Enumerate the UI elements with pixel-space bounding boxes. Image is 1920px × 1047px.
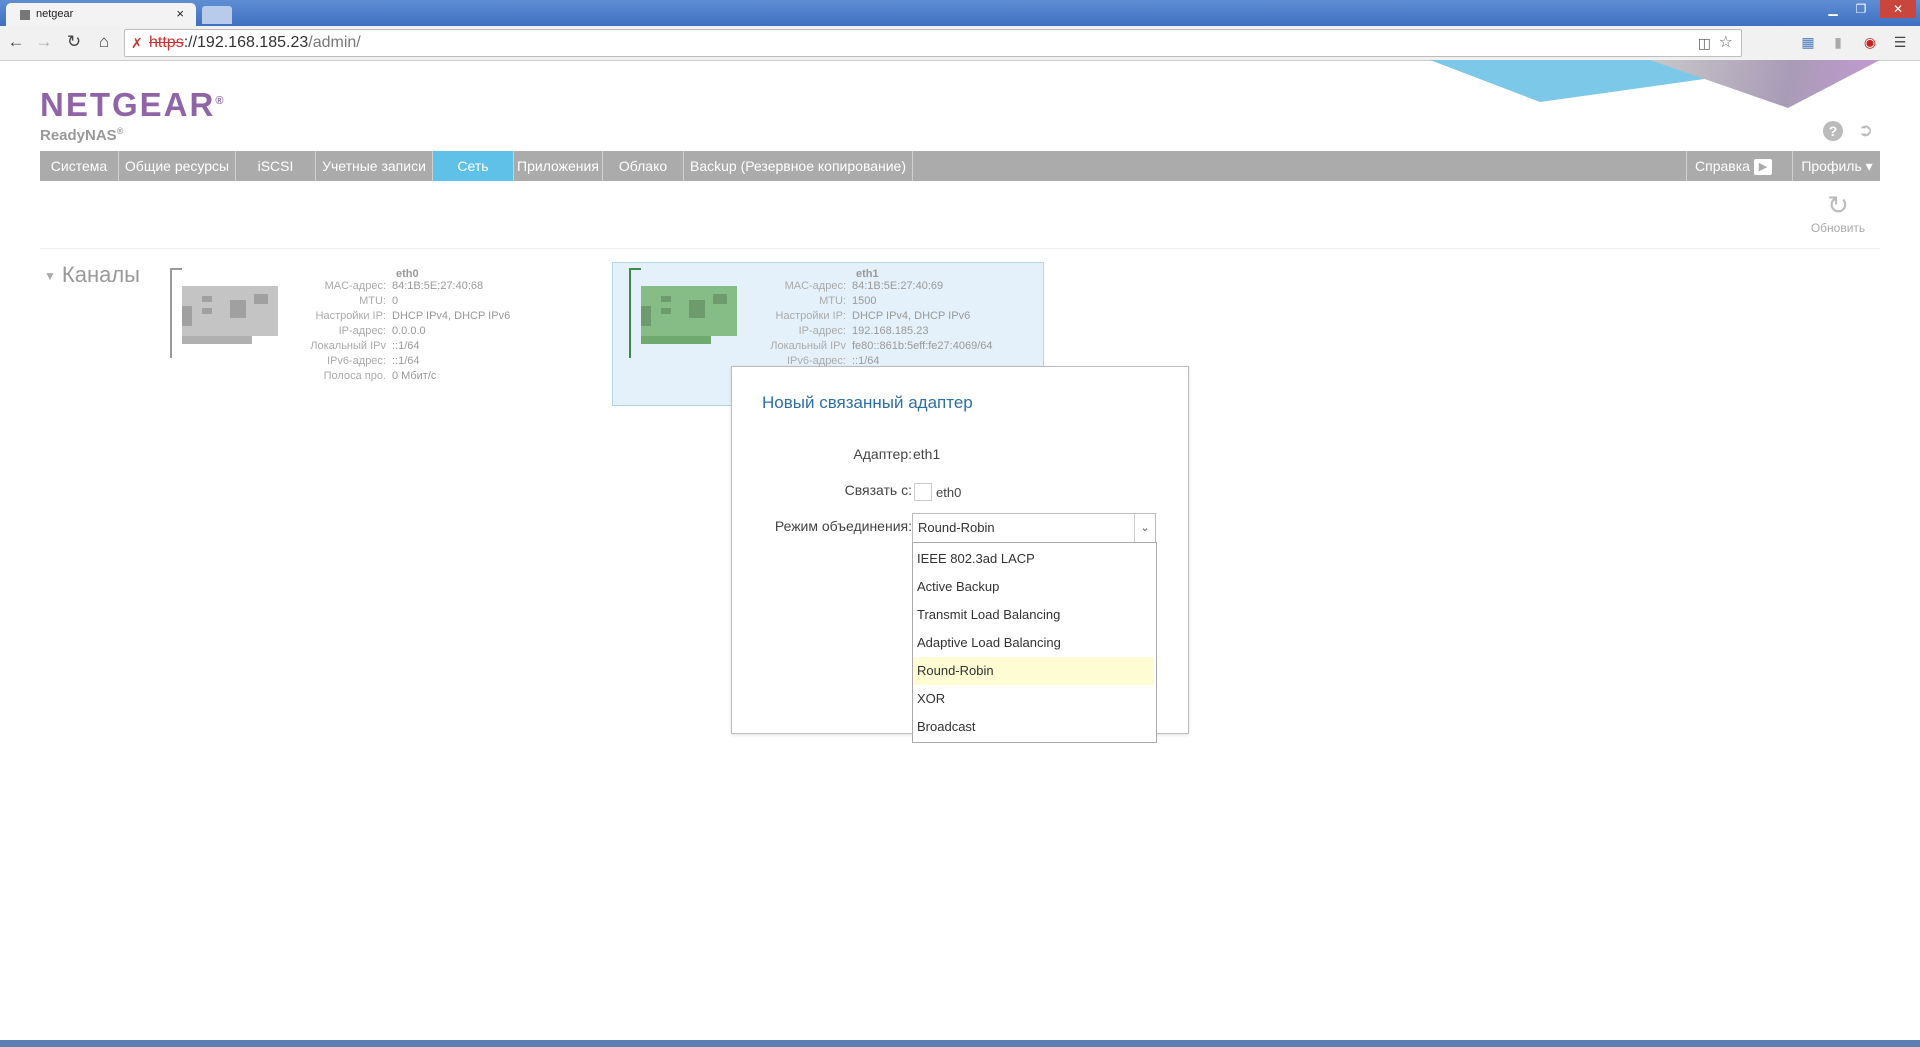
menu-apps[interactable]: Приложения <box>514 151 603 181</box>
option-adaptive-lb[interactable]: Adaptive Load Balancing <box>913 629 1154 657</box>
home-icon[interactable]: ⌂ <box>92 32 116 52</box>
url-text: https://192.168.185.23/admin/ <box>149 34 361 51</box>
refresh-label: Обновить <box>1810 221 1866 235</box>
option-active-backup[interactable]: Active Backup <box>913 573 1154 601</box>
play-icon: ▶ <box>1753 159 1772 176</box>
help-label: Справка <box>1695 158 1750 174</box>
tab-title: netgear <box>36 8 74 20</box>
back-arrow-icon[interactable]: ← <box>4 32 28 52</box>
nic-name: eth1 <box>856 268 879 280</box>
bond-mode-value: Round-Robin <box>918 520 995 535</box>
maximize-icon[interactable]: ❐ <box>1848 0 1874 18</box>
bind-eth0-checkbox[interactable] <box>914 483 932 501</box>
section-title-label: Каналы <box>61 262 140 287</box>
browser-toolbar: ← → ↻ ⌂ ✗ https://192.168.185.23/admin/ … <box>0 26 1920 61</box>
nic-name: eth0 <box>396 268 419 280</box>
mode-label: Режим объединения: <box>774 518 912 534</box>
chevron-down-icon: ⌄ <box>1134 514 1155 542</box>
bookmark-star-icon[interactable]: ☆ <box>1719 30 1733 56</box>
translate-icon[interactable]: ▦ <box>1798 32 1818 52</box>
page-favicon-icon <box>20 10 30 20</box>
adapter-value: eth1 <box>913 446 941 462</box>
menu-backup[interactable]: Backup (Резервное копирование) <box>684 151 913 181</box>
bond-mode-select[interactable]: Round-Robin ⌄ <box>912 513 1156 543</box>
os-taskbar <box>0 1040 1920 1047</box>
browser-menu-icon[interactable]: ☰ <box>1890 32 1910 52</box>
menu-accounts[interactable]: Учетные записи <box>316 151 433 181</box>
minimize-icon[interactable]: ▁ <box>1820 0 1846 18</box>
main-menu: Система Общие ресурсы iSCSI Учетные запи… <box>40 151 1880 181</box>
bind-eth0-label: eth0 <box>936 485 962 500</box>
help-menu[interactable]: Справка ▶ <box>1686 151 1791 181</box>
menu-cloud[interactable]: Облако <box>603 151 684 181</box>
browser-tab[interactable]: netgear × <box>6 3 196 26</box>
option-xor[interactable]: XOR <box>913 685 1154 713</box>
help-icon[interactable]: ? <box>1823 121 1843 141</box>
logout-icon[interactable]: ➲ <box>1858 120 1873 141</box>
netgear-logo: NETGEAR® <box>40 86 226 123</box>
profile-menu[interactable]: Профиль ▾ <box>1792 151 1881 181</box>
menu-network[interactable]: Сеть <box>433 151 514 181</box>
forward-arrow-icon[interactable]: → <box>32 32 56 52</box>
browser-titlebar: netgear × ▁ ❐ ✕ <box>0 0 1920 26</box>
reader-icon[interactable]: ◫ <box>1698 30 1711 56</box>
divider <box>40 248 1880 249</box>
bond-mode-dropdown: IEEE 802.3ad LACP Active Backup Transmit… <box>912 542 1157 743</box>
refresh-icon: ↻ <box>1827 190 1849 220</box>
reload-icon[interactable]: ↻ <box>62 32 86 52</box>
insecure-lock-icon: ✗ <box>131 35 143 51</box>
option-broadcast[interactable]: Broadcast <box>913 713 1154 741</box>
option-transmit-lb[interactable]: Transmit Load Balancing <box>913 601 1154 629</box>
address-bar[interactable]: ✗ https://192.168.185.23/admin/ ◫ ☆ <box>124 29 1742 57</box>
nic-eth1: eth1 MAC-адрес: 84:1B:5E:27:40:69 MTU: 150… <box>629 268 1029 378</box>
signal-icon[interactable]: ▮ <box>1828 32 1848 52</box>
option-lacp[interactable]: IEEE 802.3ad LACP <box>913 545 1154 573</box>
menu-system[interactable]: Система <box>40 151 119 181</box>
readynas-label: ReadyNAS® <box>40 126 124 144</box>
dialog-title: Новый связанный адаптер <box>762 393 973 412</box>
opera-icon[interactable]: ◉ <box>1860 32 1880 52</box>
menu-shares[interactable]: Общие ресурсы <box>119 151 236 181</box>
menu-iscsi[interactable]: iSCSI <box>236 151 316 181</box>
refresh-button[interactable]: ↻ Обновить <box>1810 190 1866 235</box>
option-round-robin[interactable]: Round-Robin <box>913 657 1154 685</box>
window-close-icon[interactable]: ✕ <box>1880 0 1916 18</box>
section-title[interactable]: ▼ Каналы <box>44 262 140 288</box>
nic-eth0[interactable]: eth0 MAC-адрес: 84:1B:5E:27:40:68 MTU: 0 Н… <box>170 268 530 388</box>
tab-close-icon[interactable]: × <box>176 6 184 21</box>
collapse-triangle-icon: ▼ <box>44 269 56 284</box>
bind-label: Связать с: <box>844 482 912 498</box>
new-tab-button[interactable] <box>202 6 232 24</box>
adapter-label: Адаптер: <box>853 446 912 462</box>
